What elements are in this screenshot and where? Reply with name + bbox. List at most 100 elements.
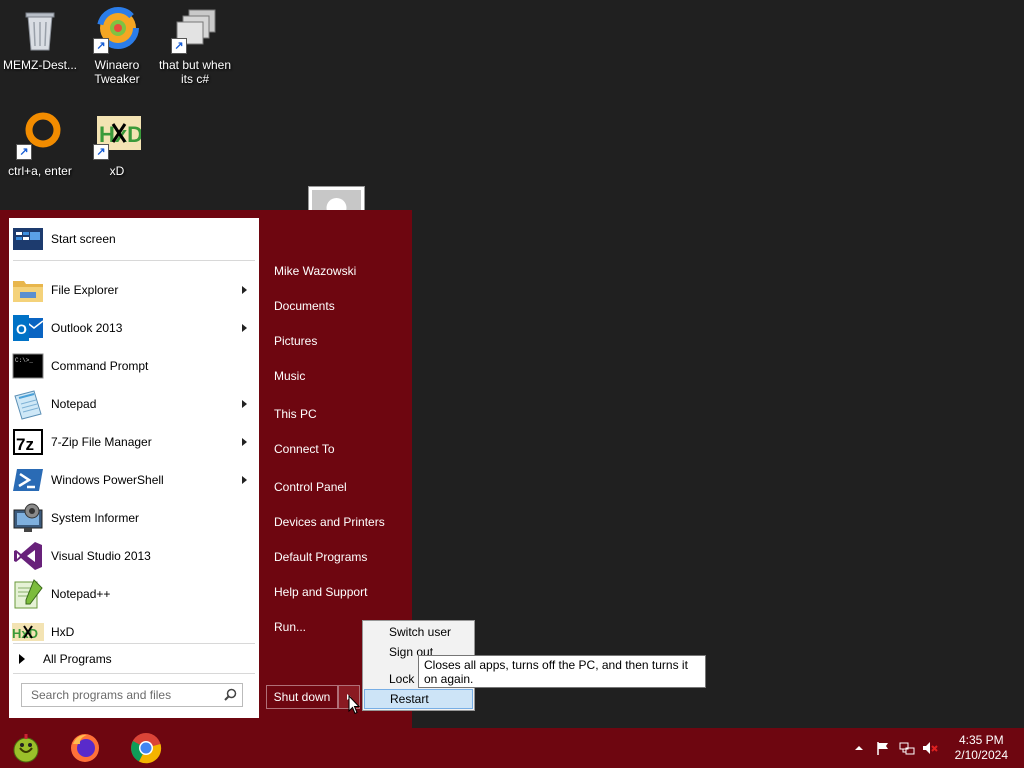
right-item-user-name[interactable]: Mike Wazowski [274,264,356,278]
program-outlook-2013[interactable]: O Outlook 2013 [9,309,259,347]
program-hxd[interactable]: HxD HxD [9,613,259,651]
menu-item-switch-user[interactable]: Switch user [364,622,473,642]
submenu-arrow-icon[interactable] [242,324,247,332]
shortcut-arrow-icon: ↗ [16,144,32,160]
powershell-icon [12,464,44,496]
program-file-explorer[interactable]: File Explorer [9,271,259,309]
command-prompt-icon: C:\>_ [12,350,44,382]
program-label: Notepad [51,397,97,411]
notepad-plus-plus-icon [12,578,44,610]
program-label: 7-Zip File Manager [51,435,152,449]
taskbar-clock[interactable]: 4:35 PM 2/10/2024 [955,733,1008,763]
right-item-this-pc[interactable]: This PC [274,407,317,421]
right-item-pictures[interactable]: Pictures [274,334,317,348]
program-label: File Explorer [51,283,119,297]
program-label: System Informer [51,511,140,525]
right-item-help-and-support[interactable]: Help and Support [274,585,367,599]
file-explorer-icon [12,274,44,306]
orange-ring-icon: ↗ [16,112,64,160]
right-item-connect-to[interactable]: Connect To [274,442,335,456]
program-label: Notepad++ [51,587,111,601]
start-screen-icon [12,223,44,255]
program-label: Outlook 2013 [51,321,123,335]
program-7zip-file-manager[interactable]: 7z 7-Zip File Manager [9,423,259,461]
chrome-icon[interactable] [130,732,162,764]
program-notepad-plus-plus[interactable]: Notepad++ [9,575,259,613]
search-icon[interactable] [224,688,237,704]
submenu-arrow-icon[interactable] [242,286,247,294]
program-label: Windows PowerShell [51,473,164,487]
menu-item-label: Restart [390,692,429,706]
desktop-icon-memz[interactable]: MEMZ-Dest... [0,6,80,72]
recycle-bin-icon [16,6,64,54]
action-center-flag-icon[interactable] [875,740,891,756]
search-box[interactable] [21,683,243,707]
all-programs-arrow-icon [19,654,25,664]
taskbar: 4:35 PM 2/10/2024 [0,728,1024,768]
cmd-glyph: C:\>_ [15,357,33,364]
network-icon[interactable] [899,740,915,756]
right-item-run[interactable]: Run... [274,620,306,634]
shortcut-arrow-icon: ↗ [93,38,109,54]
submenu-arrow-icon[interactable] [242,476,247,484]
program-label: Visual Studio 2013 [51,549,151,563]
7zip-icon: 7z [12,426,44,458]
program-system-informer[interactable]: System Informer [9,499,259,537]
desktop-icon-that-but-when[interactable]: ↗ that but when its c# [155,6,235,86]
shortcut-arrow-icon: ↗ [171,38,187,54]
notepad-icon [12,388,44,420]
right-item-control-panel[interactable]: Control Panel [274,480,347,494]
memz-icon[interactable] [10,732,42,764]
desktop-icon-label: MEMZ-Dest... [3,58,77,72]
submenu-arrow-icon[interactable] [242,438,247,446]
desktop-icon-label: xD [109,164,125,178]
outlook-icon: O [12,312,44,344]
right-item-default-programs[interactable]: Default Programs [274,550,367,564]
program-start-screen[interactable]: Start screen [9,220,259,258]
desktop-icon-winaero-tweaker[interactable]: ↗ Winaero Tweaker [77,6,157,86]
right-item-music[interactable]: Music [274,369,305,383]
program-label: Command Prompt [51,359,149,373]
program-notepad[interactable]: Notepad [9,385,259,423]
visual-studio-icon [12,540,44,572]
all-programs-button[interactable]: All Programs [9,648,259,670]
right-item-devices-and-printers[interactable]: Devices and Printers [274,515,385,529]
menu-item-restart[interactable]: Restart [364,689,473,709]
shortcut-arrow-icon: ↗ [93,144,109,160]
submenu-arrow-icon[interactable] [242,400,247,408]
search-input[interactable] [29,687,223,703]
desktop-icon-ctrl-a-enter[interactable]: ↗ ctrl+a, enter [0,112,80,178]
program-windows-powershell[interactable]: Windows PowerShell [9,461,259,499]
mouse-cursor-icon [348,694,361,718]
desktop-icon-label: Winaero Tweaker [94,58,140,86]
menu-item-label: Switch user [389,625,452,639]
program-command-prompt[interactable]: C:\>_ Command Prompt [9,347,259,385]
winaero-tweaker-icon: ↗ [93,6,141,54]
restart-tooltip: Closes all apps, turns off the PC, and t… [418,655,706,688]
application-window-icon: ↗ [171,6,219,54]
separator [13,260,255,261]
desktop-icon-label: that but when its c# [158,58,232,86]
separator [13,673,255,674]
right-item-documents[interactable]: Documents [274,299,335,313]
firefox-icon[interactable] [69,732,101,764]
desktop-icon-label: ctrl+a, enter [8,164,72,178]
program-label: HxD [51,625,75,639]
start-menu: Start screen File Explorer O Outlook 201… [0,210,412,728]
desktop-icon-xd[interactable]: HxD ↗ xD [77,112,157,178]
start-menu-programs-pane: Start screen File Explorer O Outlook 201… [9,218,259,718]
separator [13,643,255,644]
7zip-glyph: 7z [16,435,34,454]
outlook-glyph: O [16,321,27,337]
menu-item-label: Lock [389,672,415,686]
shut-down-label: Shut down [273,690,331,704]
clock-time: 4:35 PM [958,733,1004,747]
volume-muted-icon[interactable] [922,740,938,756]
shut-down-button[interactable]: Shut down [266,685,338,709]
show-hidden-icons-chevron[interactable] [851,740,867,756]
clock-date: 2/10/2024 [954,748,1008,762]
hxd-icon: HxD ↗ [93,112,143,160]
all-programs-label: All Programs [43,652,112,666]
program-visual-studio-2013[interactable]: Visual Studio 2013 [9,537,259,575]
tooltip-text: Closes all apps, turns off the PC, and t… [424,658,688,686]
